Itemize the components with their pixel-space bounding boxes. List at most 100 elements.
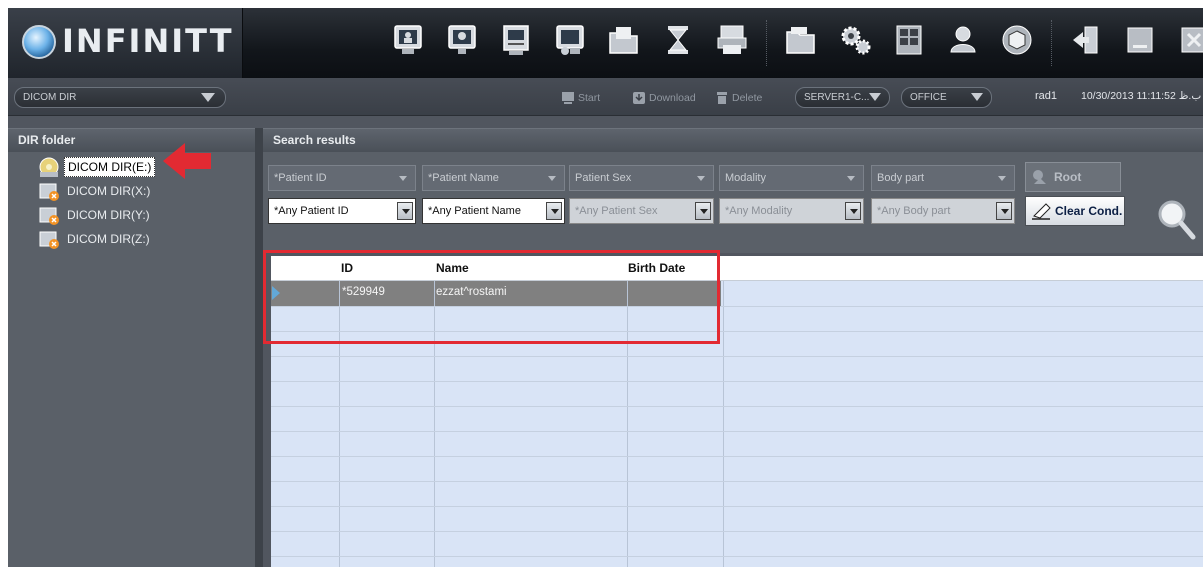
- patient-name-filter-text: *Patient Name: [428, 172, 499, 184]
- red-arrow-annotation: [163, 143, 211, 179]
- patient-sex-filter-text: Patient Sex: [575, 172, 632, 184]
- grid-divider: [271, 481, 1203, 482]
- monitor-icon[interactable]: [442, 20, 482, 60]
- column-header-id[interactable]: ID: [341, 261, 353, 275]
- chevron-down-icon: [697, 176, 705, 181]
- modality-filter-text: Modality: [725, 172, 766, 184]
- body-part-filter-text: Body part: [877, 172, 925, 184]
- app-window: INFINITT DICOM DIR Start Download Delete…: [8, 8, 1203, 567]
- column-header-name[interactable]: Name: [436, 261, 469, 275]
- print-icon[interactable]: [712, 20, 752, 60]
- eraser-icon: [1032, 203, 1051, 220]
- download-button[interactable]: Download: [632, 89, 696, 107]
- chevron-down-icon[interactable]: [996, 202, 1012, 220]
- body-part-filter[interactable]: *Any Body part: [871, 198, 1015, 224]
- chevron-down-icon: [869, 93, 881, 101]
- grid-divider: [271, 356, 1203, 357]
- search-filter-area: *Patient ID *Patient Name Patient Sex Mo…: [263, 152, 1203, 253]
- grid-header: ID Name Birth Date: [271, 256, 1203, 281]
- tree-item-label: DICOM DIR(Z:): [67, 232, 150, 246]
- hourglass-icon[interactable]: [658, 20, 698, 60]
- cube-network-icon[interactable]: [997, 20, 1037, 60]
- gear-icon[interactable]: [835, 20, 875, 60]
- delete-label: Delete: [732, 92, 763, 104]
- delete-button[interactable]: Delete: [715, 89, 762, 107]
- column-header-birth-date[interactable]: Birth Date: [628, 261, 685, 275]
- start-icon: [562, 92, 574, 104]
- logo-area: INFINITT: [8, 8, 243, 78]
- row-id-cell[interactable]: *529949: [342, 286, 385, 298]
- dicom-dir-select-value: DICOM DIR: [23, 92, 77, 103]
- folder-icon[interactable]: [781, 20, 821, 60]
- clear-conditions-button[interactable]: Clear Cond.: [1025, 196, 1125, 226]
- root-button[interactable]: Root: [1025, 162, 1121, 192]
- chevron-down-icon[interactable]: [845, 202, 861, 220]
- dicom-dir-select[interactable]: DICOM DIR: [14, 87, 226, 108]
- chevron-down-icon[interactable]: [695, 202, 711, 220]
- disk-error-icon: [39, 207, 59, 225]
- modality-filter-value: *Any Modality: [725, 205, 793, 217]
- patient-id-filter-value: *Any Patient ID: [274, 205, 349, 217]
- search-icon[interactable]: [1156, 198, 1196, 240]
- grid-divider: [271, 406, 1203, 407]
- document-monitor-icon[interactable]: [496, 20, 536, 60]
- dir-folder-header: DIR folder: [8, 128, 255, 152]
- office-select[interactable]: OFFICE: [901, 87, 992, 108]
- patient-sex-filter[interactable]: *Any Patient Sex: [569, 198, 714, 224]
- patient-name-filter-value: *Any Patient Name: [428, 205, 521, 217]
- clear-conditions-label: Clear Cond.: [1055, 204, 1123, 218]
- chevron-down-icon[interactable]: [397, 202, 413, 220]
- monitor-person-icon[interactable]: [550, 20, 590, 60]
- patient-sex-filter-value: *Any Patient Sex: [575, 205, 658, 217]
- toolbar-separator: [1051, 20, 1052, 66]
- panel-splitter[interactable]: [255, 128, 263, 567]
- tree-item-label: DICOM DIR(E:): [64, 157, 156, 177]
- tree-item-dicom-dir-y[interactable]: DICOM DIR(Y:): [38, 204, 153, 226]
- trash-icon: [717, 92, 727, 104]
- chevron-down-icon: [201, 93, 215, 102]
- logout-icon[interactable]: [1066, 20, 1106, 60]
- chevron-down-icon: [998, 176, 1006, 181]
- patient-sex-filter-label[interactable]: Patient Sex: [569, 165, 714, 191]
- grid-divider: [271, 456, 1203, 457]
- chevron-down-icon: [548, 176, 556, 181]
- modality-filter-label[interactable]: Modality: [719, 165, 864, 191]
- chevron-down-icon[interactable]: [546, 202, 562, 220]
- tree-item-dicom-dir-x[interactable]: DICOM DIR(X:): [38, 180, 153, 202]
- patient-id-filter[interactable]: *Any Patient ID: [268, 198, 416, 224]
- tree-item-label: DICOM DIR(Y:): [67, 208, 150, 222]
- grid-divider: [627, 281, 628, 567]
- modality-filter[interactable]: *Any Modality: [719, 198, 864, 224]
- layout-grid-icon[interactable]: [889, 20, 929, 60]
- tree-item-dicom-dir-e[interactable]: DICOM DIR(E:): [38, 156, 156, 178]
- tree-item-dicom-dir-z[interactable]: DICOM DIR(Z:): [38, 228, 153, 250]
- action-bar: DICOM DIR Start Download Delete SERVER1-…: [8, 78, 1203, 116]
- root-icon: [1033, 170, 1046, 184]
- download-icon: [633, 92, 645, 104]
- close-icon[interactable]: [1174, 20, 1203, 60]
- start-label: Start: [578, 92, 601, 104]
- grid-divider: [271, 331, 1203, 332]
- grid-divider: [339, 281, 340, 567]
- current-user: rad1: [1035, 90, 1058, 102]
- patient-name-filter[interactable]: *Any Patient Name: [422, 198, 565, 224]
- server-select[interactable]: SERVER1-C...: [795, 87, 890, 108]
- body-part-filter-label[interactable]: Body part: [871, 165, 1015, 191]
- grid-divider: [723, 281, 724, 567]
- patient-id-filter-text: *Patient ID: [274, 172, 327, 184]
- patient-name-filter-label[interactable]: *Patient Name: [422, 165, 565, 191]
- start-button[interactable]: Start: [561, 89, 600, 107]
- app-logo-text: INFINITT: [62, 22, 234, 60]
- open-folder-icon[interactable]: [604, 20, 644, 60]
- row-name-cell[interactable]: ezzat^rostami: [436, 286, 507, 298]
- body-part-filter-value: *Any Body part: [877, 205, 951, 217]
- top-toolbar: INFINITT: [8, 8, 1203, 78]
- patient-id-filter-label[interactable]: *Patient ID: [268, 165, 416, 191]
- chevron-down-icon: [847, 176, 855, 181]
- grid-divider: [271, 506, 1203, 507]
- user-network-icon[interactable]: [943, 20, 983, 60]
- toolbar-icons: [388, 20, 1203, 66]
- monitor-user-icon[interactable]: [388, 20, 428, 60]
- minimize-icon[interactable]: [1120, 20, 1160, 60]
- toolbar-separator: [766, 20, 767, 66]
